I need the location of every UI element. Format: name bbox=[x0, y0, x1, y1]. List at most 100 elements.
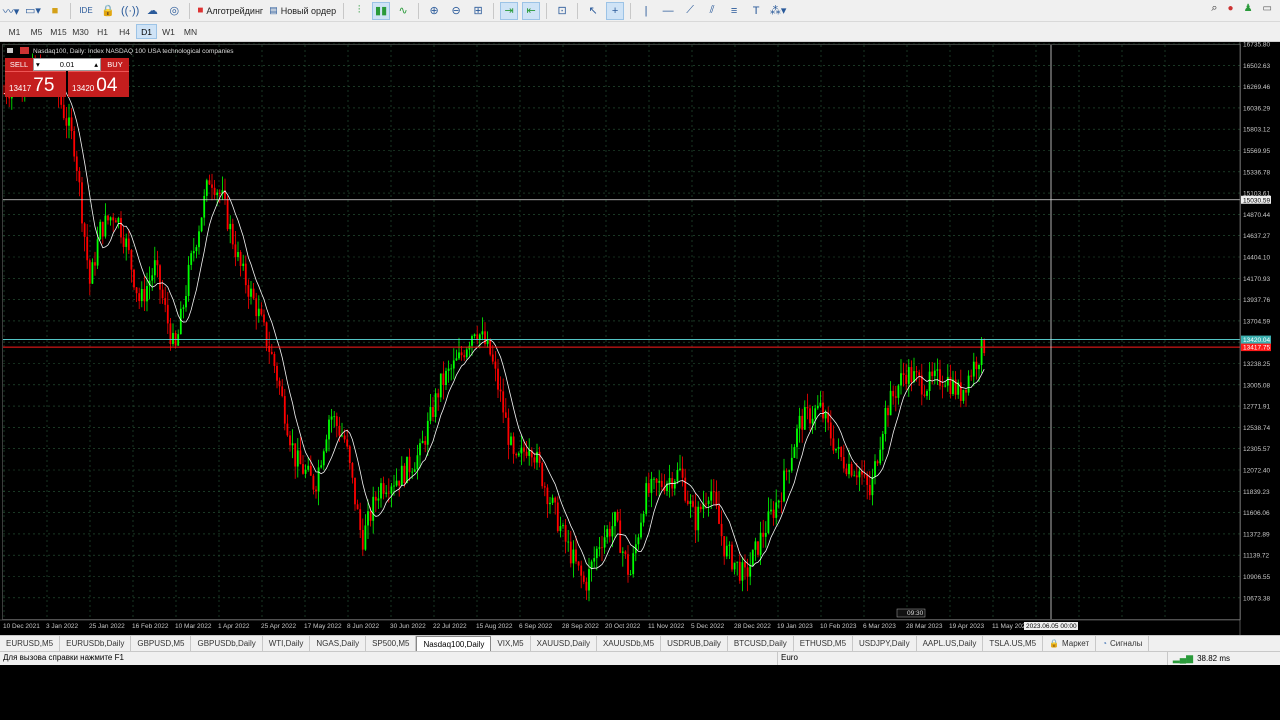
candle-body bbox=[322, 451, 325, 466]
candle-body bbox=[736, 561, 739, 563]
price-axis-label: 12072.40 bbox=[1243, 468, 1270, 475]
vertical-line-icon[interactable]: | bbox=[637, 2, 655, 20]
candle-body bbox=[234, 244, 237, 258]
zoom-in-icon[interactable]: ⊕ bbox=[425, 2, 443, 20]
ping-value: 38.82 ms bbox=[1197, 654, 1230, 663]
buy-button[interactable]: BUY bbox=[101, 58, 129, 71]
channel-icon[interactable]: ⫽ bbox=[703, 2, 721, 20]
candle-body bbox=[780, 500, 783, 502]
tile-windows-icon[interactable]: ⊞ bbox=[469, 2, 487, 20]
candle-body bbox=[616, 512, 619, 521]
sell-button[interactable]: SELL bbox=[5, 58, 33, 71]
symbol-tab[interactable]: Nasdaq100,Daily bbox=[416, 636, 492, 651]
symbol-tab[interactable]: SP500,M5 bbox=[366, 636, 417, 651]
lock-icon[interactable]: 🔒 bbox=[99, 2, 117, 20]
cursor-icon[interactable]: ↖ bbox=[584, 2, 602, 20]
symbol-tab[interactable]: XAUUSDb,M5 bbox=[597, 636, 662, 651]
candle-body bbox=[673, 481, 676, 489]
timeframe-mn[interactable]: MN bbox=[180, 24, 201, 39]
search-icon[interactable]: ⌕ bbox=[1211, 2, 1217, 15]
text-tool-icon[interactable]: T bbox=[747, 2, 765, 20]
symbol-tab[interactable]: GBPUSD,M5 bbox=[131, 636, 192, 651]
timeframe-w1[interactable]: W1 bbox=[158, 24, 179, 39]
timeframe-m1[interactable]: M1 bbox=[4, 24, 25, 39]
shapes-icon[interactable]: ⁂▾ bbox=[769, 2, 787, 20]
fibonacci-icon[interactable]: ≡ bbox=[725, 2, 743, 20]
timeframe-m5[interactable]: M5 bbox=[26, 24, 47, 39]
extra-tab-signals[interactable]: ◔ Сигналы bbox=[1096, 636, 1150, 651]
notifications-icon[interactable]: ● bbox=[1228, 3, 1234, 14]
symbol-tab[interactable]: XAUUSD,Daily bbox=[531, 636, 597, 651]
horizontal-line-icon[interactable]: — bbox=[659, 2, 677, 20]
candle-body bbox=[491, 354, 494, 362]
candle-body bbox=[546, 487, 549, 505]
candle-body bbox=[614, 512, 616, 527]
lot-decrease-icon[interactable]: ▾ bbox=[36, 60, 40, 69]
timeframe-m30[interactable]: M30 bbox=[70, 24, 91, 39]
zoom-out-icon[interactable]: ⊖ bbox=[447, 2, 465, 20]
line-chart-icon[interactable]: ∿ bbox=[394, 2, 412, 20]
cloud-icon[interactable]: ☁ bbox=[143, 2, 161, 20]
candle-body bbox=[637, 537, 640, 545]
globe-icon[interactable]: ◎ bbox=[165, 2, 183, 20]
new-chart-icon[interactable]: ▭▾ bbox=[24, 2, 42, 20]
candle-body bbox=[910, 367, 913, 382]
symbol-tab[interactable]: WTI,Daily bbox=[263, 636, 311, 651]
symbol-tab[interactable]: GBPUSDb,Daily bbox=[191, 636, 263, 651]
algo-trading-button[interactable]: ■ Алготрейдинг bbox=[194, 5, 266, 16]
ask-price-label: 13420.04 bbox=[1243, 337, 1270, 344]
candle-body bbox=[715, 491, 718, 506]
timeframe-h4[interactable]: H4 bbox=[114, 24, 135, 39]
new-order-button[interactable]: ▤ Новый ордер bbox=[266, 5, 339, 16]
window-menu-icon[interactable]: ▭ bbox=[1263, 3, 1272, 14]
user-icon[interactable]: ♟ bbox=[1244, 3, 1253, 14]
lot-increase-icon[interactable]: ▴ bbox=[94, 60, 98, 69]
candle-body bbox=[351, 463, 354, 478]
candle-body bbox=[967, 375, 970, 393]
candle-body bbox=[876, 461, 879, 464]
autoscroll-icon[interactable]: ⇥ bbox=[500, 1, 519, 20]
symbol-tab[interactable]: EURUSDb,Daily bbox=[60, 636, 132, 651]
price-axis-label: 16735.80 bbox=[1243, 42, 1270, 49]
symbol-tab[interactable]: USDRUB,Daily bbox=[661, 636, 728, 651]
screenshot-icon[interactable]: ⊡ bbox=[553, 2, 571, 20]
price-chart[interactable]: 16735.80 16502.63 16269.46 16036.29 15803.12… bbox=[0, 42, 1280, 635]
trendline-icon[interactable]: ⟋ bbox=[681, 2, 699, 20]
symbol-tab[interactable]: AAPL.US,Daily bbox=[917, 636, 984, 651]
symbol-tab[interactable]: NGAS,Daily bbox=[310, 636, 367, 651]
toolbar-separator bbox=[70, 2, 71, 19]
candle-body bbox=[372, 496, 375, 521]
bar-chart-icon[interactable]: ⫶ bbox=[350, 2, 368, 20]
lot-size-input[interactable]: ▾ 0.01 ▴ bbox=[33, 58, 101, 71]
candle-body bbox=[645, 483, 648, 514]
profiles-icon[interactable]: ■ bbox=[46, 2, 64, 20]
candle-body bbox=[528, 450, 531, 456]
timeframe-d1[interactable]: D1 bbox=[136, 24, 157, 39]
timeframe-h1[interactable]: H1 bbox=[92, 24, 113, 39]
ide-button[interactable]: IDE bbox=[77, 2, 95, 20]
one-click-trading-panel: SELL ▾ 0.01 ▴ BUY 13417 75 13420 04 bbox=[5, 58, 129, 97]
symbol-tab[interactable]: BTCUSD,Daily bbox=[728, 636, 794, 651]
symbol-tab[interactable]: USDJPY,Daily bbox=[853, 636, 917, 651]
symbol-tab[interactable]: ETHUSD,M5 bbox=[794, 636, 854, 651]
candle-body bbox=[504, 412, 507, 418]
symbol-tab[interactable]: EURUSD,M5 bbox=[0, 636, 61, 651]
price-axis-label: 12771.91 bbox=[1243, 404, 1270, 411]
chart-type-icon[interactable]: 〰▾ bbox=[2, 2, 20, 20]
extra-tab-market[interactable]: 🔒 Маркет bbox=[1043, 636, 1097, 651]
candle-body bbox=[218, 192, 221, 194]
candlestick-icon[interactable]: ▮▮ bbox=[372, 1, 391, 20]
signal-icon[interactable]: ((·)) bbox=[121, 2, 139, 20]
timeframe-m15[interactable]: M15 bbox=[48, 24, 69, 39]
buy-price-button[interactable]: 13420 04 bbox=[68, 71, 129, 97]
candle-body bbox=[302, 464, 304, 474]
sell-price-button[interactable]: 13417 75 bbox=[5, 71, 66, 97]
connection-status[interactable]: ▂▄▆ 38.82 ms bbox=[1173, 653, 1230, 664]
crosshair-icon[interactable]: + bbox=[606, 1, 625, 20]
symbol-tab[interactable]: VIX,M5 bbox=[491, 636, 531, 651]
candle-body bbox=[354, 477, 356, 505]
candle-body bbox=[359, 509, 362, 530]
chart-shift-icon[interactable]: ⇤ bbox=[522, 1, 541, 20]
candle-body bbox=[681, 468, 684, 478]
symbol-tab[interactable]: TSLA.US,M5 bbox=[983, 636, 1044, 651]
